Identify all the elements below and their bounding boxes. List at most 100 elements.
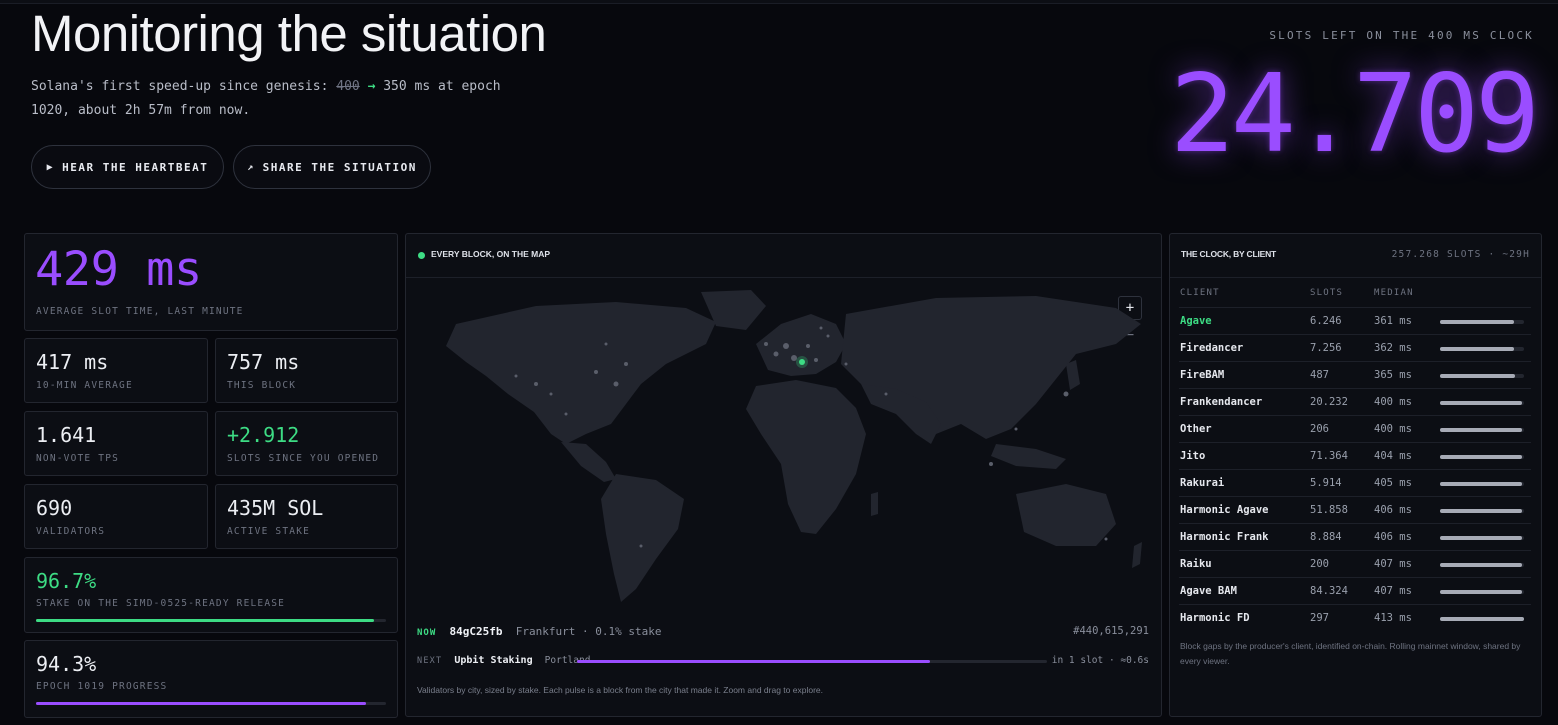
validator-dot bbox=[819, 326, 823, 330]
map-header: EVERY BLOCK, ON THE MAP bbox=[406, 234, 1161, 278]
countdown-value: 24.709 bbox=[1169, 52, 1540, 177]
australia-shape bbox=[1016, 484, 1116, 546]
client-slots: 6.246 bbox=[1310, 315, 1342, 327]
client-slots: 20.232 bbox=[1310, 396, 1348, 408]
client-bar-fill bbox=[1440, 347, 1514, 351]
client-panel-title: THE CLOCK, BY CLIENT bbox=[1181, 249, 1277, 259]
client-bar-track bbox=[1440, 320, 1524, 324]
client-median: 407 ms bbox=[1374, 585, 1412, 597]
client-median: 406 ms bbox=[1374, 531, 1412, 543]
share-situation-button[interactable]: ↗ SHARE THE SITUATION bbox=[233, 145, 431, 189]
epoch-label: EPOCH 1019 PROGRESS bbox=[36, 681, 168, 692]
map-title: EVERY BLOCK, ON THE MAP bbox=[431, 249, 551, 259]
tps-card: 1.641 NON-VOTE TPS bbox=[24, 411, 208, 476]
client-bar-fill bbox=[1440, 590, 1523, 594]
stake-label: ACTIVE STAKE bbox=[227, 526, 311, 537]
client-bar-track bbox=[1440, 455, 1524, 459]
client-slots: 297 bbox=[1310, 612, 1329, 624]
client-bar-fill bbox=[1440, 509, 1523, 513]
client-panel-note: Block gaps by the producer's client, ide… bbox=[1180, 641, 1521, 666]
client-bar-fill bbox=[1440, 320, 1514, 324]
client-slots: 71.364 bbox=[1310, 450, 1348, 462]
validator-dot bbox=[613, 381, 619, 387]
play-icon: ▶ bbox=[46, 161, 55, 173]
validator-dot bbox=[783, 343, 789, 349]
epoch-value: 94.3% bbox=[36, 652, 97, 676]
client-median: 400 ms bbox=[1374, 396, 1412, 408]
simd-progress-fill bbox=[36, 619, 375, 622]
validator-dot bbox=[826, 334, 830, 338]
client-name: Harmonic Frank bbox=[1180, 531, 1269, 543]
validator-dot bbox=[806, 344, 810, 348]
table-row[interactable]: Frankendancer 20.232 400 ms bbox=[1179, 388, 1531, 415]
next-eta: in 1 slot · ≈0.6s bbox=[1051, 655, 1149, 666]
client-slots: 8.884 bbox=[1310, 531, 1342, 543]
client-bar-fill bbox=[1440, 374, 1515, 378]
table-row[interactable]: Agave 6.246 361 ms bbox=[1179, 307, 1531, 334]
simd-value: 96.7% bbox=[36, 569, 97, 593]
validator-dot bbox=[549, 392, 553, 396]
simd-progress-track bbox=[36, 619, 386, 622]
validator-dot bbox=[639, 544, 643, 548]
avg-slot-label: AVERAGE SLOT TIME, LAST MINUTE bbox=[36, 306, 244, 317]
asia-shape bbox=[841, 296, 1141, 439]
this-block-label: THIS BLOCK bbox=[227, 380, 297, 391]
ten-min-value: 417 ms bbox=[36, 350, 109, 374]
col-client: CLIENT bbox=[1180, 288, 1220, 298]
validators-value: 690 bbox=[36, 496, 73, 520]
validator-dot bbox=[514, 374, 518, 378]
hear-heartbeat-button[interactable]: ▶ HEAR THE HEARTBEAT bbox=[31, 145, 224, 189]
client-bar-track bbox=[1440, 563, 1524, 567]
client-name: Harmonic Agave bbox=[1180, 504, 1269, 516]
client-name: Agave BAM bbox=[1180, 585, 1237, 597]
avg-slot-value: 429 ms bbox=[35, 242, 202, 297]
client-bar-fill bbox=[1440, 536, 1523, 540]
ten-min-label: 10-MIN AVERAGE bbox=[36, 380, 133, 391]
world-map[interactable] bbox=[416, 284, 1156, 614]
table-row[interactable]: Rakurai 5.914 405 ms bbox=[1179, 469, 1531, 496]
validators-label: VALIDATORS bbox=[36, 526, 106, 537]
table-row[interactable]: Harmonic Frank 8.884 406 ms bbox=[1179, 523, 1531, 550]
table-row[interactable]: Jito 71.364 404 ms bbox=[1179, 442, 1531, 469]
next-row: NEXT Upbit Staking Portland bbox=[417, 655, 591, 666]
validator-dot bbox=[1104, 537, 1108, 541]
table-row[interactable]: Raiku 200 407 ms bbox=[1179, 550, 1531, 577]
validator-dot bbox=[534, 382, 538, 386]
table-row[interactable]: Agave BAM 84.324 407 ms bbox=[1179, 577, 1531, 604]
stake-value: 435M SOL bbox=[227, 496, 324, 520]
now-block-id: 84gC25fb bbox=[449, 625, 503, 638]
now-slot-number: #440,615,291 bbox=[1073, 625, 1149, 637]
client-slots: 487 bbox=[1310, 369, 1329, 381]
client-name: Harmonic FD bbox=[1180, 612, 1250, 624]
table-row[interactable]: Harmonic Agave 51.858 406 ms bbox=[1179, 496, 1531, 523]
table-row[interactable]: Harmonic FD 297 413 ms bbox=[1179, 604, 1531, 631]
table-row[interactable]: FireBAM 487 365 ms bbox=[1179, 361, 1531, 388]
client-panel-meta: 257.268 SLOTS · ~29H bbox=[1391, 249, 1530, 260]
client-bar-track bbox=[1440, 590, 1524, 594]
client-slots: 84.324 bbox=[1310, 585, 1348, 597]
client-panel-header: THE CLOCK, BY CLIENT 257.268 SLOTS · ~29… bbox=[1170, 234, 1541, 278]
client-name: Other bbox=[1180, 423, 1212, 435]
countdown-label: SLOTS LEFT ON THE 400 MS CLOCK bbox=[1269, 29, 1534, 42]
map-note: Validators by city, sized by stake. Each… bbox=[417, 685, 823, 695]
tps-label: NON-VOTE TPS bbox=[36, 453, 120, 464]
page-subtitle: Solana's first speed-up since genesis: 4… bbox=[31, 79, 501, 118]
validator-dot bbox=[773, 351, 779, 357]
client-bar-fill bbox=[1440, 482, 1523, 486]
validator-dot bbox=[564, 412, 568, 416]
client-bar-fill bbox=[1440, 428, 1523, 432]
live-dot-icon bbox=[418, 252, 425, 259]
table-row[interactable]: Other 206 400 ms bbox=[1179, 415, 1531, 442]
slots-since-value: +2.912 bbox=[227, 423, 300, 447]
validator-dot bbox=[989, 462, 993, 466]
client-slots: 51.858 bbox=[1310, 504, 1348, 516]
next-progress-track bbox=[577, 660, 1047, 663]
table-row[interactable]: Firedancer 7.256 362 ms bbox=[1179, 334, 1531, 361]
client-bar-track bbox=[1440, 401, 1524, 405]
client-bar-track bbox=[1440, 347, 1524, 351]
validators-card: 690 VALIDATORS bbox=[24, 484, 208, 549]
now-row: NOW 84gC25fb Frankfurt · 0.1% stake bbox=[417, 625, 662, 638]
validator-dot bbox=[884, 392, 888, 396]
client-median: 404 ms bbox=[1374, 450, 1412, 462]
next-leader-name: Upbit Staking bbox=[454, 655, 533, 666]
